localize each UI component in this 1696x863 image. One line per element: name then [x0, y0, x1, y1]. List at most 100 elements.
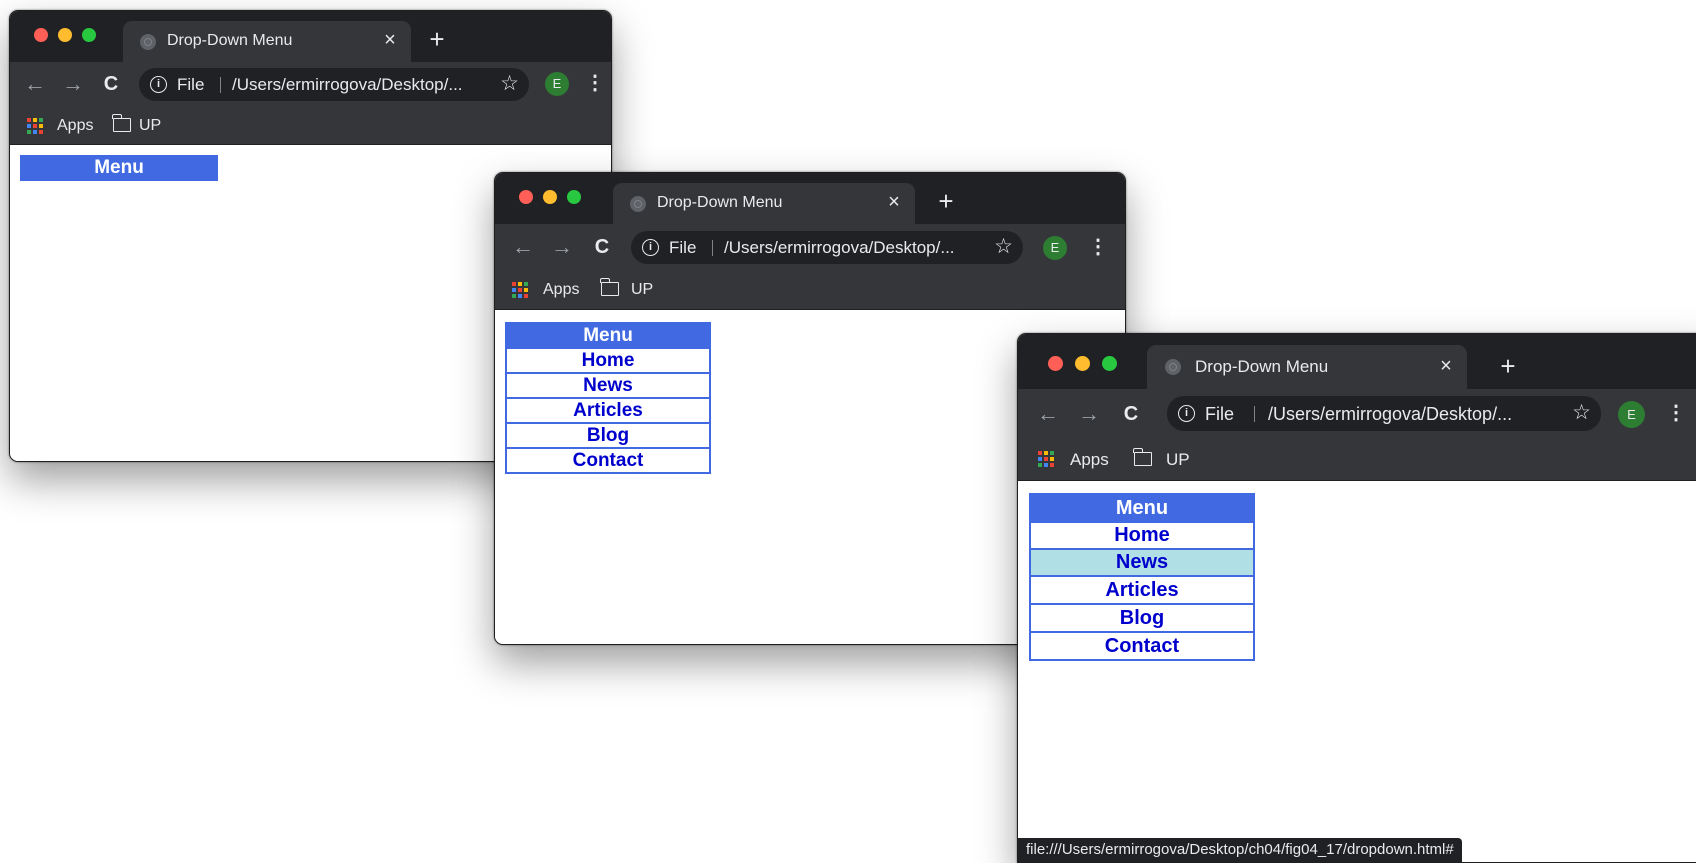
close-window-button[interactable] [519, 190, 533, 204]
minimize-window-button[interactable] [543, 190, 557, 204]
page-viewport: Menu Home News Articles Blog Contact fil… [1018, 482, 1696, 862]
menu-header[interactable]: Menu [1031, 495, 1253, 521]
close-window-button[interactable] [34, 28, 48, 42]
tab-title: Drop-Down Menu [167, 32, 293, 49]
menu-item-articles[interactable]: Articles [1031, 575, 1253, 603]
profile-avatar[interactable]: E [1043, 236, 1067, 260]
folder-icon [1133, 448, 1152, 466]
bookmark-up[interactable]: UP [631, 281, 653, 299]
url-scheme-label: File [669, 238, 697, 257]
apps-grid-icon[interactable] [27, 118, 43, 134]
profile-avatar[interactable]: E [1618, 401, 1645, 428]
reload-button[interactable]: C [590, 235, 614, 259]
browser-window-3: Drop-Down Menu × + ← → C i File /Users/e… [1017, 333, 1696, 863]
zoom-window-button[interactable] [1102, 356, 1117, 371]
apps-grid-dot [39, 124, 43, 128]
tab-strip: Drop-Down Menu × + [1018, 334, 1696, 389]
apps-grid-dot [518, 288, 522, 292]
bookmark-star-icon[interactable]: ☆ [500, 72, 519, 96]
forward-button[interactable]: → [550, 235, 574, 259]
minimize-window-button[interactable] [58, 28, 72, 42]
apps-grid-dot [33, 124, 37, 128]
address-divider [220, 77, 221, 93]
zoom-window-button[interactable] [82, 28, 96, 42]
menu-header[interactable]: Menu [20, 155, 218, 181]
apps-grid-dot [1050, 463, 1054, 467]
apps-grid-dot [524, 282, 528, 286]
url-scheme-label: File [1205, 404, 1235, 424]
menu-item-news[interactable]: News [507, 372, 709, 397]
new-tab-button[interactable]: + [425, 26, 449, 52]
apps-grid-dot [518, 294, 522, 298]
apps-grid-dot [1038, 451, 1042, 455]
info-icon[interactable]: i [150, 76, 167, 93]
more-menu-icon[interactable]: ⋮ [1088, 236, 1108, 260]
menu-item-home[interactable]: Home [1031, 521, 1253, 548]
menu-item-contact[interactable]: Contact [507, 447, 709, 472]
close-tab-icon[interactable]: × [1434, 354, 1458, 378]
more-menu-icon[interactable]: ⋮ [1666, 402, 1686, 426]
menu-item-home[interactable]: Home [507, 347, 709, 372]
bookmark-apps[interactable]: Apps [1070, 450, 1109, 470]
tab-strip: Drop-Down Menu × + [495, 173, 1125, 224]
close-tab-icon[interactable]: × [882, 190, 906, 214]
close-tab-icon[interactable]: × [378, 28, 402, 52]
apps-grid-dot [518, 282, 522, 286]
address-bar[interactable]: i File /Users/ermirrogova/Desktop/... ☆ [631, 231, 1023, 264]
zoom-window-button[interactable] [567, 190, 581, 204]
apps-grid-dot [39, 118, 43, 122]
address-bar[interactable]: i File /Users/ermirrogova/Desktop/... ☆ [1167, 396, 1601, 431]
bookmark-apps[interactable]: Apps [57, 117, 93, 135]
bookmark-up[interactable]: UP [139, 117, 161, 135]
url-text[interactable]: /Users/ermirrogova/Desktop/... [1268, 404, 1512, 425]
menu-item-news[interactable]: News [1031, 548, 1253, 575]
apps-grid-dot [39, 130, 43, 134]
apps-grid-dot [512, 294, 516, 298]
url-scheme-label: File [177, 75, 205, 94]
bookmark-star-icon[interactable]: ☆ [1572, 401, 1591, 425]
bookmark-star-icon[interactable]: ☆ [994, 235, 1013, 259]
dropdown-menu: Menu Home News Articles Blog Contact [505, 322, 711, 474]
tab-drop-down-menu[interactable]: Drop-Down Menu × [1147, 345, 1467, 389]
apps-grid-dot [27, 124, 31, 128]
apps-grid-dot [1044, 451, 1048, 455]
menu-item-blog[interactable]: Blog [1031, 603, 1253, 631]
url-text[interactable]: /Users/ermirrogova/Desktop/... [232, 75, 463, 95]
info-icon[interactable]: i [642, 239, 659, 256]
new-tab-button[interactable]: + [934, 188, 958, 214]
reload-button[interactable]: C [99, 72, 123, 96]
forward-button[interactable]: → [1077, 402, 1101, 426]
tab-drop-down-menu[interactable]: Drop-Down Menu × [613, 183, 915, 224]
menu-item-contact[interactable]: Contact [1031, 631, 1253, 659]
browser-toolbar: ← → C i File /Users/ermirrogova/Desktop/… [10, 62, 611, 107]
back-button[interactable]: ← [511, 235, 535, 259]
back-button[interactable]: ← [1036, 402, 1060, 426]
profile-avatar[interactable]: E [545, 72, 569, 96]
forward-button[interactable]: → [61, 72, 85, 96]
minimize-window-button[interactable] [1075, 356, 1090, 371]
apps-grid-icon[interactable] [512, 282, 528, 298]
menu-item-articles[interactable]: Articles [507, 397, 709, 422]
back-button[interactable]: ← [23, 72, 47, 96]
bookmark-up[interactable]: UP [1166, 450, 1190, 470]
folder-icon [600, 278, 619, 296]
tab-drop-down-menu[interactable]: Drop-Down Menu × [123, 21, 411, 62]
apps-grid-dot [512, 288, 516, 292]
more-menu-icon[interactable]: ⋮ [585, 72, 605, 96]
apps-grid-dot [33, 118, 37, 122]
close-window-button[interactable] [1048, 356, 1063, 371]
desktop: { "windows": [ { "tab": { "title": "Drop… [0, 0, 1696, 863]
browser-toolbar: ← → C i File /Users/ermirrogova/Desktop/… [495, 224, 1125, 271]
new-tab-button[interactable]: + [1496, 353, 1520, 379]
reload-button[interactable]: C [1119, 402, 1143, 426]
apps-grid-dot [1050, 451, 1054, 455]
address-bar[interactable]: i File /Users/ermirrogova/Desktop/... ☆ [139, 68, 529, 101]
menu-header[interactable]: Menu [507, 324, 709, 347]
apps-grid-icon[interactable] [1038, 451, 1054, 467]
globe-icon [630, 196, 646, 212]
apps-grid-dot [1050, 457, 1054, 461]
url-text[interactable]: /Users/ermirrogova/Desktop/... [724, 238, 955, 258]
bookmark-apps[interactable]: Apps [543, 281, 579, 299]
menu-item-blog[interactable]: Blog [507, 422, 709, 447]
info-icon[interactable]: i [1178, 405, 1195, 422]
